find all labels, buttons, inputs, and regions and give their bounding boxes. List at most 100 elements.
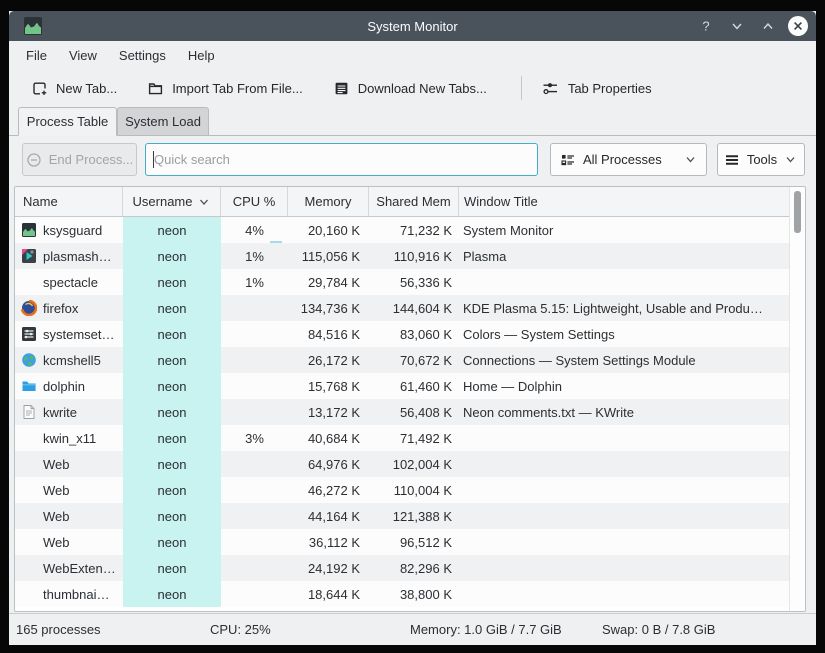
all-processes-icon <box>560 152 576 168</box>
shared-mem-cell: 102,004 K <box>369 451 459 477</box>
process-row[interactable]: thumbnai…neon18,644 K38,800 K <box>15 581 789 607</box>
cpu-cell <box>221 321 288 347</box>
shared-mem-cell: 83,060 K <box>369 321 459 347</box>
username-cell: neon <box>123 373 221 399</box>
process-row[interactable]: systemset…neon84,516 K83,060 KColors — S… <box>15 321 789 347</box>
tools-icon <box>724 152 740 168</box>
minimize-button[interactable] <box>726 15 748 37</box>
close-button[interactable] <box>788 16 808 36</box>
process-row[interactable]: kcmshell5neon26,172 K70,672 KConnections… <box>15 347 789 373</box>
process-name: spectacle <box>43 275 98 290</box>
scrollbar-thumb[interactable] <box>794 191 801 233</box>
process-row[interactable]: spectacleneon1%29,784 K56,336 K <box>15 269 789 295</box>
process-name: Web <box>43 535 70 550</box>
column-header-username[interactable]: Username <box>123 187 221 216</box>
download-tabs-icon <box>333 80 350 97</box>
process-row[interactable]: kwin_x11neon3%40,684 K71,492 K <box>15 425 789 451</box>
memory-usage: Memory: 1.0 GiB / 7.7 GiB <box>410 622 562 637</box>
process-row[interactable]: kwriteneon13,172 K56,408 KNeon comments.… <box>15 399 789 425</box>
column-header-window-title[interactable]: Window Title <box>459 187 789 216</box>
shared-mem-cell: 56,408 K <box>369 399 459 425</box>
shared-mem-cell: 71,232 K <box>369 217 459 243</box>
process-name: thumbnai… <box>43 587 109 602</box>
process-name-cell: ksysguard <box>15 217 123 243</box>
process-filter-dropdown[interactable]: All Processes <box>550 143 707 176</box>
process-row[interactable]: firefoxneon134,736 K144,604 KKDE Plasma … <box>15 295 789 321</box>
tab-process-table[interactable]: Process Table <box>18 107 117 136</box>
window-title-cell <box>459 555 789 581</box>
tools-dropdown[interactable]: Tools <box>717 143 805 176</box>
cpu-cell <box>221 581 288 607</box>
username-cell: neon <box>123 529 221 555</box>
shared-mem-cell: 82,296 K <box>369 555 459 581</box>
window-title-cell <box>459 503 789 529</box>
process-row[interactable]: Webneon64,976 K102,004 K <box>15 451 789 477</box>
process-row[interactable]: WebExten…neon24,192 K82,296 K <box>15 555 789 581</box>
menu-settings[interactable]: Settings <box>108 44 177 67</box>
menu-view[interactable]: View <box>58 44 108 67</box>
window-title-cell: Plasma <box>459 243 789 269</box>
username-cell: neon <box>123 321 221 347</box>
process-row[interactable]: ksysguardneon4%20,160 K71,232 KSystem Mo… <box>15 217 789 243</box>
process-count: 165 processes <box>16 622 101 637</box>
cpu-cell <box>221 529 288 555</box>
titlebar[interactable]: System Monitor ? <box>9 11 816 41</box>
shared-mem-cell: 61,460 K <box>369 373 459 399</box>
sort-down-icon <box>198 196 210 208</box>
search-input[interactable] <box>145 143 538 176</box>
toolbar-button-new-tab[interactable]: New Tab... <box>27 74 121 103</box>
toolbar-separator <box>521 76 522 100</box>
process-name-cell: kcmshell5 <box>15 347 123 373</box>
help-button[interactable]: ? <box>695 15 717 37</box>
memory-cell: 134,736 K <box>288 295 369 321</box>
process-row[interactable]: Webneon44,164 K121,388 K <box>15 503 789 529</box>
tools-label: Tools <box>747 152 777 167</box>
swap-usage: Swap: 0 B / 7.8 GiB <box>602 622 715 637</box>
process-name: Web <box>43 483 70 498</box>
help-icon: ? <box>698 18 714 34</box>
username-cell: neon <box>123 503 221 529</box>
process-name: kwin_x11 <box>43 431 96 446</box>
cpu-cell: 4% <box>221 217 288 243</box>
cpu-cell <box>221 477 288 503</box>
menu-file[interactable]: File <box>15 44 58 67</box>
username-cell: neon <box>123 399 221 425</box>
column-header-shared-mem[interactable]: Shared Mem <box>369 187 459 216</box>
svg-text:?: ? <box>702 19 709 34</box>
process-name-cell: thumbnai… <box>15 581 123 607</box>
end-process-button[interactable]: End Process... <box>22 143 137 176</box>
username-cell: neon <box>123 295 221 321</box>
toolbar-button-tab-properties[interactable]: Tab Properties <box>538 74 656 103</box>
column-header-name[interactable]: Name <box>15 187 123 216</box>
process-name: systemset… <box>43 327 115 342</box>
maximize-button[interactable] <box>757 15 779 37</box>
process-filter-label: All Processes <box>583 152 662 167</box>
toolbar-button-download-new-tabs[interactable]: Download New Tabs... <box>329 74 491 103</box>
toolbar-button-import-tab-from-file[interactable]: Import Tab From File... <box>143 74 307 103</box>
memory-cell: 115,056 K <box>288 243 369 269</box>
process-row[interactable]: dolphinneon15,768 K61,460 KHome — Dolphi… <box>15 373 789 399</box>
toolbar-button-label: Download New Tabs... <box>358 81 487 96</box>
menu-help[interactable]: Help <box>177 44 226 67</box>
process-row[interactable]: plasmash…neon1%115,056 K110,916 KPlasma <box>15 243 789 269</box>
tab-system-load[interactable]: System Load <box>117 107 209 136</box>
vertical-scrollbar[interactable] <box>789 187 805 611</box>
username-cell: neon <box>123 581 221 607</box>
process-row[interactable]: Webneon46,272 K110,004 K <box>15 477 789 503</box>
toolbar-button-label: Import Tab From File... <box>172 81 303 96</box>
window-title-cell <box>459 269 789 295</box>
text-caret <box>153 151 154 168</box>
cpu-cell: 1% <box>221 269 288 295</box>
column-header-memory[interactable]: Memory <box>288 187 369 216</box>
cpu-cell <box>221 373 288 399</box>
folder-icon <box>21 378 37 394</box>
window-title-cell <box>459 425 789 451</box>
cpu-cell <box>221 503 288 529</box>
column-header-cpu-%[interactable]: CPU % <box>221 187 288 216</box>
memory-cell: 29,784 K <box>288 269 369 295</box>
process-row[interactable]: Webneon36,112 K96,512 K <box>15 529 789 555</box>
memory-cell: 15,768 K <box>288 373 369 399</box>
memory-cell: 84,516 K <box>288 321 369 347</box>
shared-mem-cell: 110,004 K <box>369 477 459 503</box>
cpu-cell <box>221 347 288 373</box>
